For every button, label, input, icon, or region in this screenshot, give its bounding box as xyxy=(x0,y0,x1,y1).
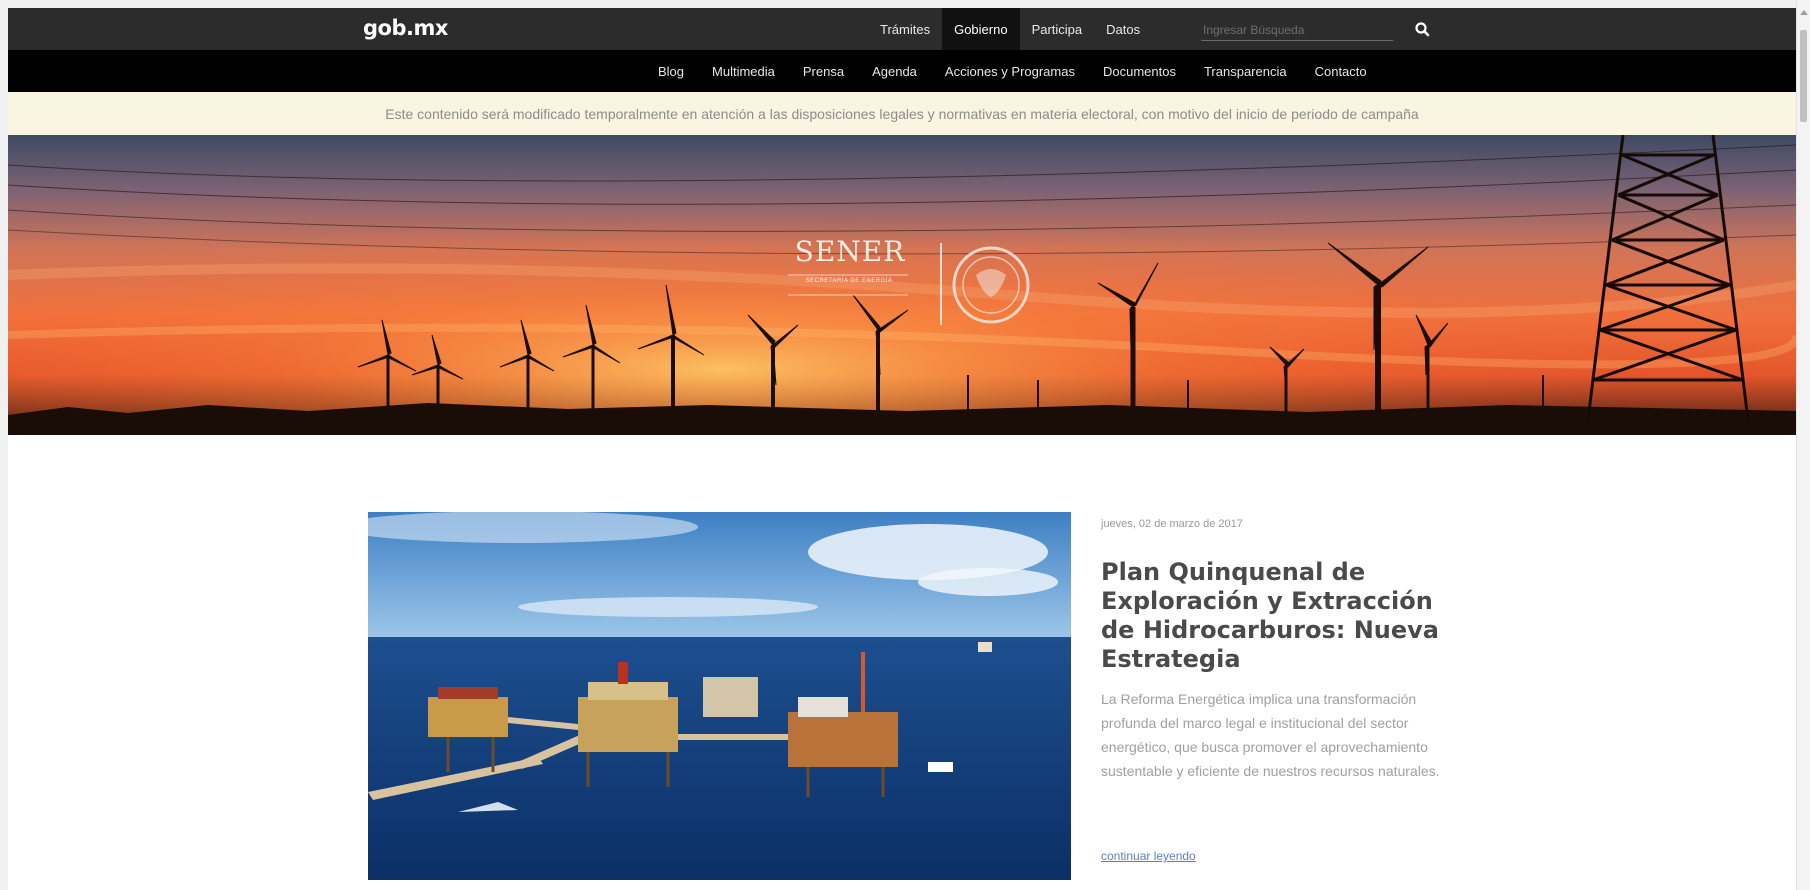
electoral-notice-banner: Este contenido será modificado temporalm… xyxy=(8,92,1796,135)
nav-item-tramites[interactable]: Trámites xyxy=(868,8,942,50)
page: gob.mx Trámites Gobierno Participa Datos… xyxy=(0,0,1810,890)
subnav-item-prensa[interactable]: Prensa xyxy=(789,64,858,79)
search-icon[interactable] xyxy=(1413,20,1433,40)
browser-frame-left xyxy=(0,0,8,890)
subnav-item-acciones-programas[interactable]: Acciones y Programas xyxy=(931,64,1089,79)
subnav-item-transparencia[interactable]: Transparencia xyxy=(1190,64,1301,79)
gobmx-logo[interactable]: gob.mx xyxy=(363,16,448,40)
sener-logo-subtext: SECRETARÍA DE ENERGÍA xyxy=(805,278,893,284)
offshore-platform-image xyxy=(368,512,1071,880)
nav-item-gobierno[interactable]: Gobierno xyxy=(942,8,1020,50)
electoral-notice-text: Este contenido será modificado temporalm… xyxy=(385,105,1419,122)
nav-item-datos[interactable]: Datos xyxy=(1094,8,1152,50)
continue-reading-link[interactable]: continuar leyendo xyxy=(1101,849,1196,863)
subnav-item-agenda[interactable]: Agenda xyxy=(858,64,931,79)
subnav-item-multimedia[interactable]: Multimedia xyxy=(698,64,789,79)
search-input[interactable] xyxy=(1201,19,1393,40)
hero-banner: SENER SECRETARÍA DE ENERGÍA xyxy=(8,135,1796,435)
scrollbar-thumb[interactable] xyxy=(1800,30,1807,122)
sener-logo-text: SENER xyxy=(794,235,906,268)
article-title[interactable]: Plan Quinquenal de Exploración y Extracc… xyxy=(1101,558,1461,674)
top-navbar: gob.mx Trámites Gobierno Participa Datos xyxy=(8,8,1796,50)
subnav-item-blog[interactable]: Blog xyxy=(644,64,698,79)
browser-frame-top xyxy=(0,0,1810,8)
hero-sunset-image xyxy=(8,135,1796,435)
search-field-wrapper xyxy=(1201,19,1393,41)
section-navbar: Blog Multimedia Prensa Agenda Acciones y… xyxy=(8,50,1796,92)
page-scrollbar[interactable] xyxy=(1796,0,1810,890)
section-nav-links: Blog Multimedia Prensa Agenda Acciones y… xyxy=(644,50,1381,92)
article-image-offshore-platform[interactable] xyxy=(368,512,1071,880)
top-nav-links: Trámites Gobierno Participa Datos xyxy=(868,8,1152,50)
subnav-item-documentos[interactable]: Documentos xyxy=(1089,64,1190,79)
article-date: jueves, 02 de marzo de 2017 xyxy=(1101,518,1243,530)
scroll-up-arrow-icon[interactable] xyxy=(1800,10,1808,15)
subnav-item-contacto[interactable]: Contacto xyxy=(1301,64,1381,79)
article-description: La Reforma Energética implica una transf… xyxy=(1101,691,1440,779)
nav-item-participa[interactable]: Participa xyxy=(1020,8,1095,50)
